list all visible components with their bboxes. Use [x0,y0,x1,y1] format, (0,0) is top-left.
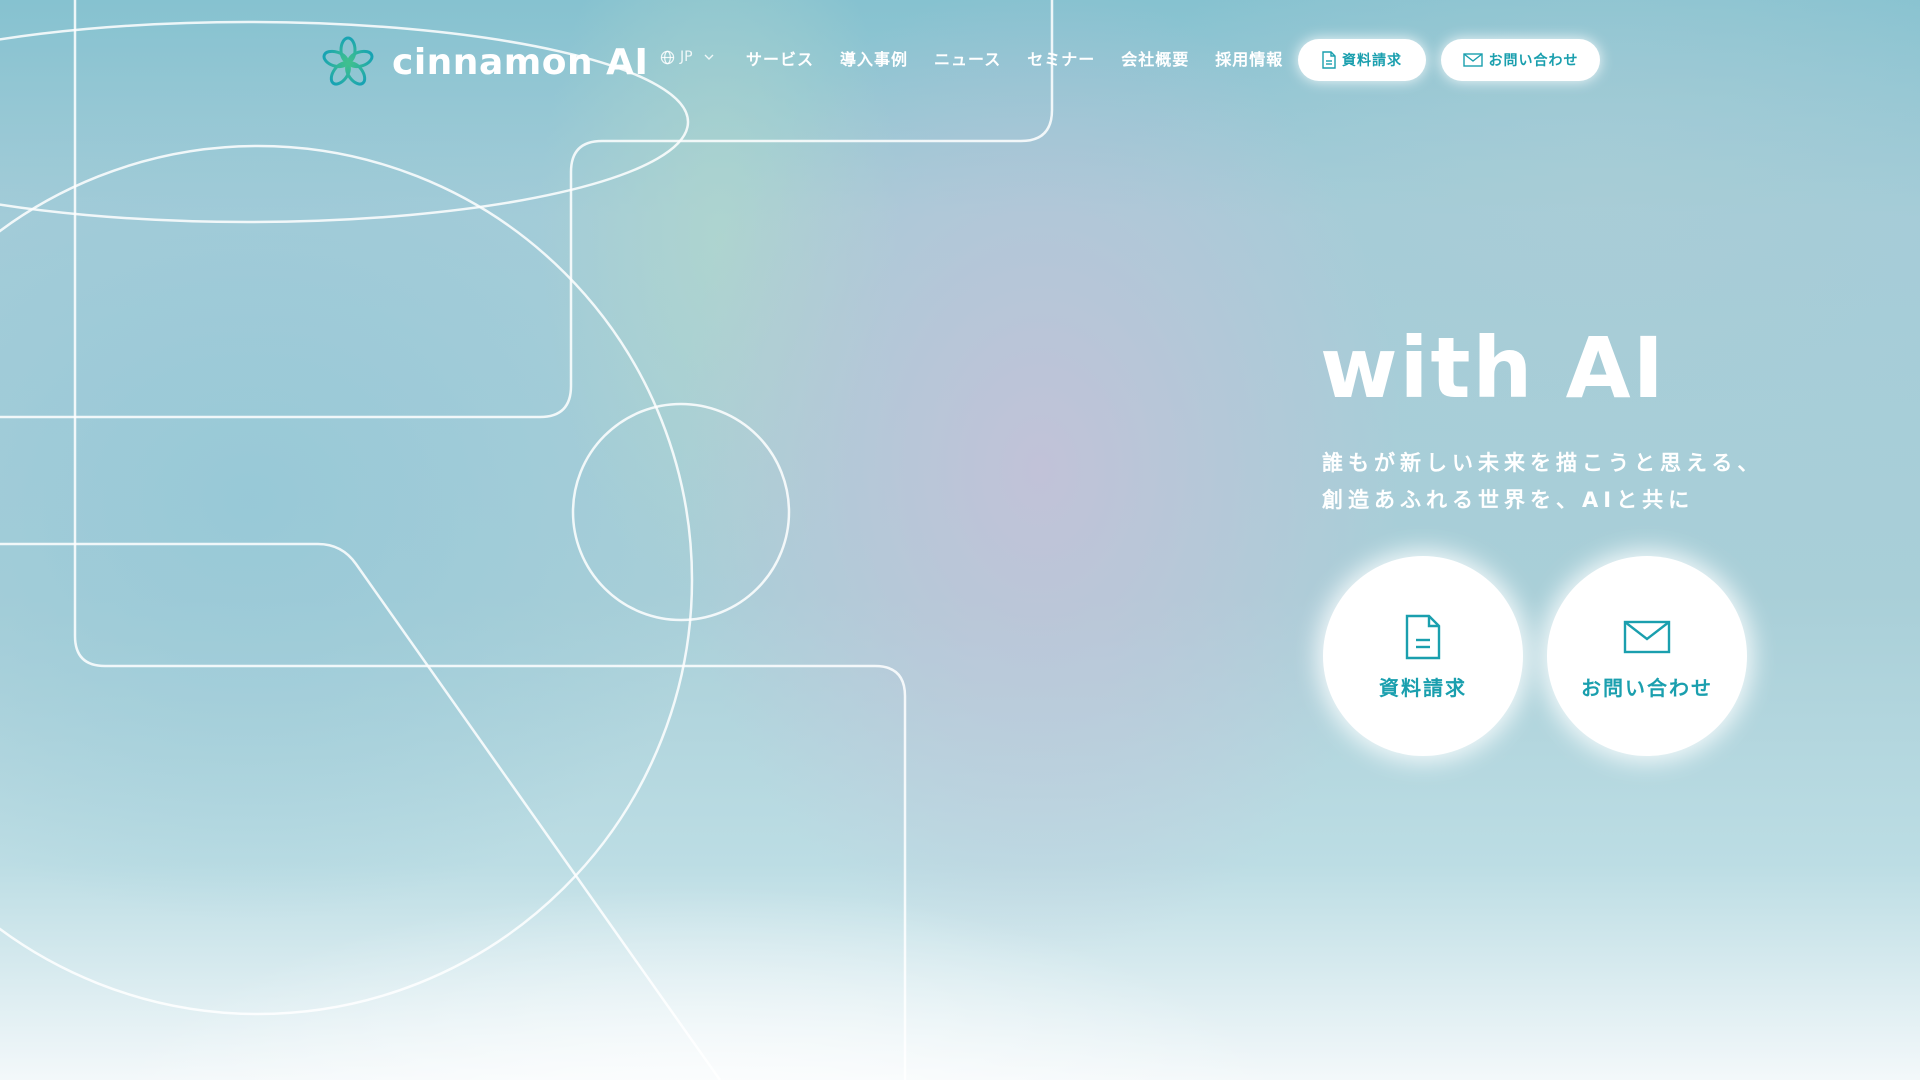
nav-item-company: 会社概要 [1121,46,1189,70]
hero-contact-button[interactable]: お問い合わせ [1547,556,1747,756]
nav-item-seminars: セミナー [1027,46,1095,70]
nav-item-case-studies: 導入事例 [840,46,908,70]
main-nav: サービス 導入事例 ニュース セミナー 会社概要 採用情報 [746,46,1283,70]
language-selector[interactable]: JP [660,49,715,65]
language-label: JP [680,49,693,65]
header-document-request-button[interactable]: 資料請求 [1298,39,1426,81]
site-header: cinnamon AI JP サービス 導入事例 ニュース セミナー 会社概要 … [0,0,1920,120]
hero-tagline: 誰もが新しい未来を描こうと思える、 創造あふれる世界を、AIと共に [1322,445,1802,519]
document-icon [1405,614,1441,659]
nav-link-careers[interactable]: 採用情報 [1215,50,1283,69]
hero-tagline-line-1: 誰もが新しい未来を描こうと思える、 [1322,451,1764,475]
deco-small-circle [571,402,791,622]
header-contact-label: お問い合わせ [1488,53,1579,69]
nav-link-seminars[interactable]: セミナー [1027,50,1095,69]
logo-link[interactable]: cinnamon AI [318,32,648,92]
nav-link-services[interactable]: サービス [746,50,814,69]
nav-item-services: サービス [746,46,814,70]
deco-diagonal-line [0,542,722,1080]
header-contact-button[interactable]: お問い合わせ [1441,39,1600,81]
logo-wordmark: cinnamon AI [392,41,649,83]
nav-link-company[interactable]: 会社概要 [1121,50,1189,69]
hero-tagline-line-2: 創造あふれる世界を、AIと共に [1322,488,1695,512]
document-icon [1322,51,1336,69]
chevron-down-icon [704,54,714,60]
nav-item-careers: 採用情報 [1215,46,1283,70]
nav-link-news[interactable]: ニュース [934,50,1001,69]
globe-icon [660,50,675,64]
background-line-art [0,0,1054,1080]
nav-item-news: ニュース [934,46,1001,70]
header-document-request-label: 資料請求 [1342,53,1402,69]
deco-vertical-frame [73,0,907,1080]
hero-title: with AI [1320,319,1666,417]
nav-link-case-studies[interactable]: 導入事例 [840,50,908,69]
mail-icon [1623,620,1671,653]
hero-document-request-button[interactable]: 資料請求 [1323,556,1523,756]
hero-document-request-label: 資料請求 [1379,675,1467,700]
deco-large-circle [0,144,694,1016]
hero-contact-label: お問い合わせ [1581,675,1713,700]
logo-flower-icon [322,36,374,86]
page: cinnamon AI JP サービス 導入事例 ニュース セミナー 会社概要 … [0,0,1920,1080]
mail-icon [1462,53,1483,67]
